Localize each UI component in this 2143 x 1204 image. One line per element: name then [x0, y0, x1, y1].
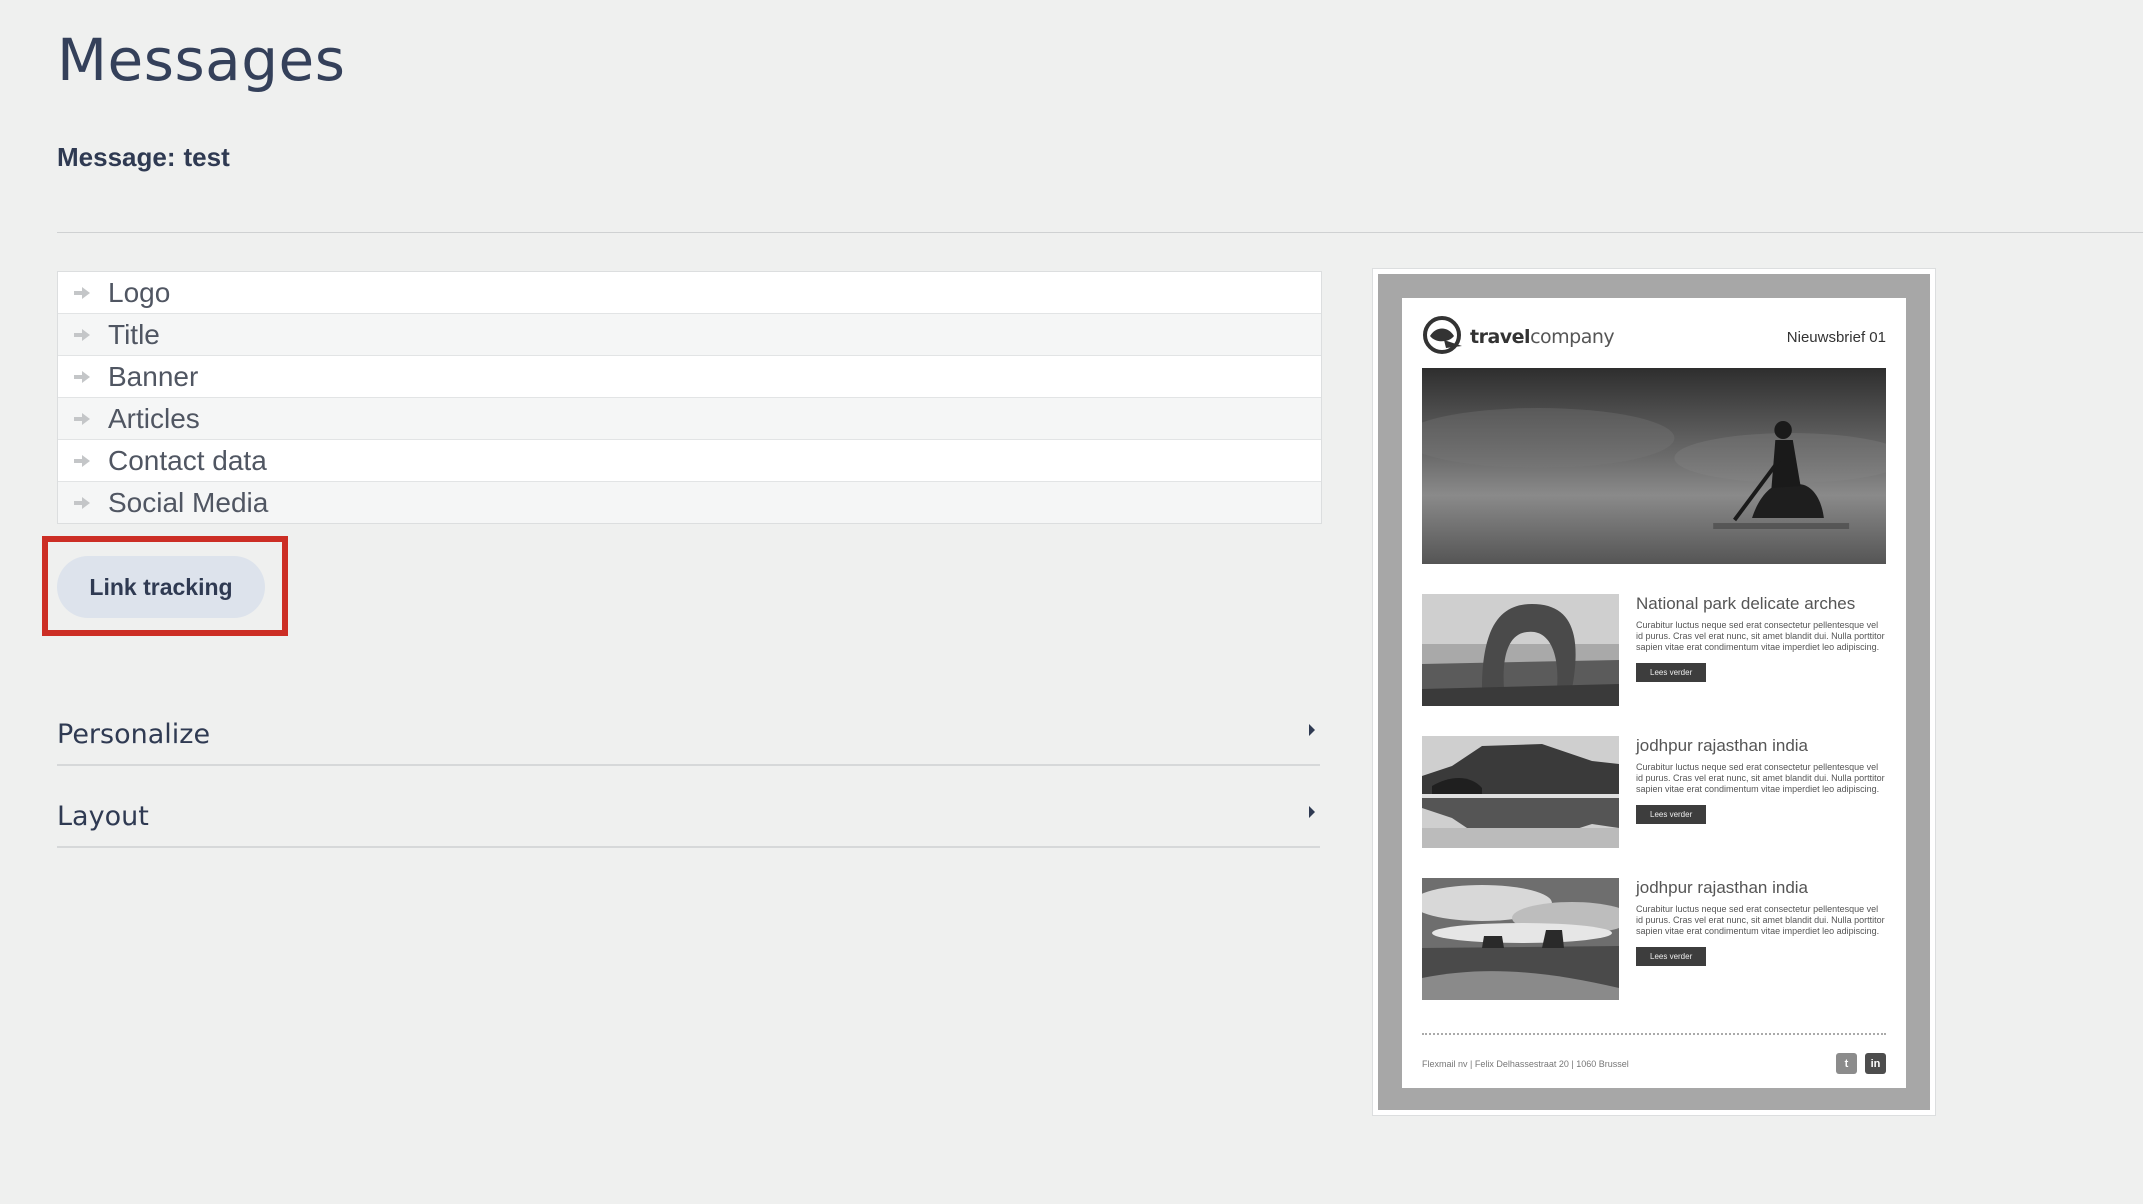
block-item-label: Banner: [108, 360, 199, 392]
linkedin-icon[interactable]: in: [1865, 1053, 1886, 1074]
block-item-title[interactable]: Title: [58, 314, 1321, 356]
personalize-section-toggle[interactable]: Personalize: [57, 684, 1320, 766]
article-body: Curabitur luctus neque sed erat consecte…: [1636, 904, 1885, 936]
read-more-button[interactable]: Lees verder: [1636, 805, 1707, 824]
message-subtitle: Message: test: [57, 142, 230, 173]
email-footer: Flexmail nv | Felix Delhassestraat 20 | …: [1422, 1033, 1886, 1074]
article-body: Curabitur luctus neque sed erat consecte…: [1636, 620, 1885, 652]
message-label: Message:: [57, 142, 176, 172]
read-more-button[interactable]: Lees verder: [1636, 663, 1707, 682]
drag-arrow-icon: [74, 328, 90, 341]
footer-contact-text: Flexmail nv | Felix Delhassestraat 20 | …: [1422, 1058, 1629, 1069]
drag-arrow-icon: [74, 286, 90, 299]
layout-section-toggle[interactable]: Layout: [57, 766, 1320, 848]
block-item-articles[interactable]: Articles: [58, 398, 1321, 440]
article-item: jodhpur rajasthan india Curabitur luctus…: [1422, 736, 1886, 848]
block-item-label: Social Media: [108, 486, 269, 518]
twitter-icon[interactable]: t: [1836, 1053, 1857, 1074]
article-thumbnail-arch: [1422, 594, 1619, 706]
drag-arrow-icon: [74, 496, 90, 509]
newsletter-issue: Nieuwsbrief 01: [1786, 328, 1886, 346]
drag-arrow-icon: [74, 454, 90, 467]
hero-banner-image: [1422, 368, 1886, 564]
block-item-label: Logo: [108, 276, 171, 308]
brand-name-bold: travel: [1470, 326, 1531, 348]
drag-arrow-icon: [74, 412, 90, 425]
article-item: National park delicate arches Curabitur …: [1422, 594, 1886, 706]
read-more-button[interactable]: Lees verder: [1636, 947, 1707, 966]
page-title: Messages: [57, 26, 346, 94]
block-item-label: Title: [108, 318, 160, 350]
drag-arrow-icon: [74, 370, 90, 383]
brand-name-light: company: [1530, 326, 1615, 348]
article-thumbnail-fort: [1422, 736, 1619, 848]
caret-right-icon: [1308, 805, 1320, 846]
block-item-label: Contact data: [108, 444, 267, 476]
article-title: jodhpur rajasthan india: [1636, 878, 1809, 897]
brand-logo: travel company: [1422, 315, 1615, 359]
content-block-list: Logo Title Banner Articles Contact data …: [57, 271, 1322, 524]
block-item-contact-data[interactable]: Contact data: [58, 440, 1321, 482]
block-item-logo[interactable]: Logo: [58, 272, 1321, 314]
message-name: test: [183, 142, 230, 172]
article-title: jodhpur rajasthan india: [1636, 736, 1809, 755]
link-tracking-button[interactable]: Link tracking: [57, 556, 265, 618]
header-divider: [57, 232, 2143, 233]
personalize-section-label: Personalize: [57, 719, 211, 750]
block-item-social-media[interactable]: Social Media: [58, 482, 1321, 523]
email-body: travel company Nieuwsbrief 01 National p…: [1402, 298, 1906, 1088]
caret-right-icon: [1308, 723, 1320, 764]
article-body: Curabitur luctus neque sed erat consecte…: [1636, 762, 1885, 794]
block-item-label: Articles: [108, 402, 200, 434]
article-thumbnail-valley: [1412, 878, 1632, 1000]
email-header: travel company Nieuwsbrief 01: [1422, 312, 1886, 362]
email-preview-backdrop: travel company Nieuwsbrief 01 National p…: [1378, 274, 1930, 1110]
article-title: National park delicate arches: [1636, 594, 1856, 613]
social-links: t in: [1836, 1053, 1886, 1074]
article-item: jodhpur rajasthan india Curabitur luctus…: [1412, 878, 1886, 1000]
layout-section-label: Layout: [57, 801, 149, 832]
email-preview: travel company Nieuwsbrief 01 National p…: [1372, 268, 1936, 1116]
globe-logo-icon: [1422, 315, 1466, 359]
block-item-banner[interactable]: Banner: [58, 356, 1321, 398]
